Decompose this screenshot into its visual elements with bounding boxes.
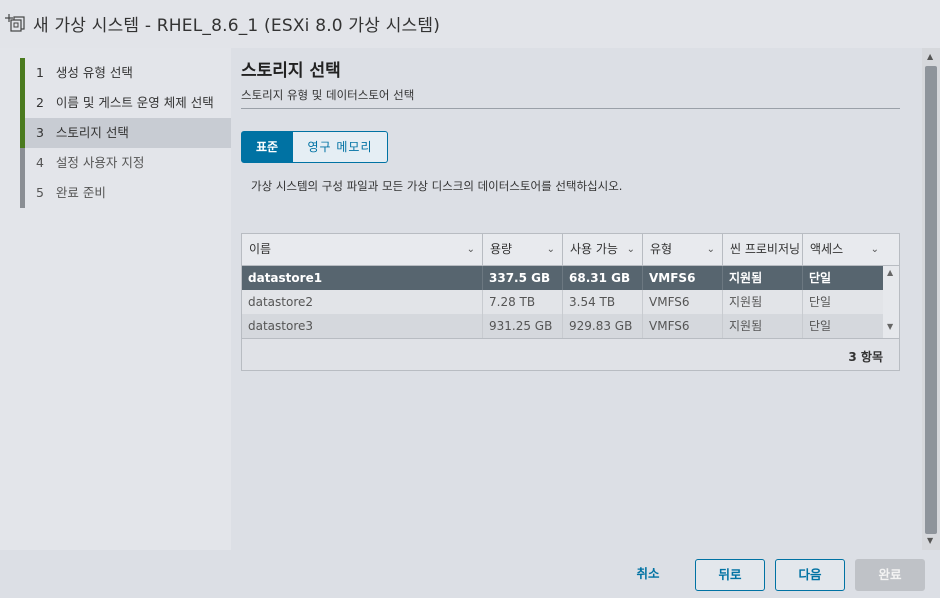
chevron-down-icon[interactable]: ⌄ bbox=[871, 234, 879, 265]
column-header-thin-provisioning[interactable]: 씬 프로비저닝 bbox=[723, 234, 803, 265]
cell-capacity: 337.5 GB bbox=[483, 266, 563, 290]
cell-capacity: 7.28 TB bbox=[483, 290, 563, 314]
new-vm-icon bbox=[5, 14, 25, 32]
column-label: 유형 bbox=[650, 242, 673, 256]
step-status-bar bbox=[20, 178, 25, 208]
column-label: 씬 프로비저닝 bbox=[730, 242, 801, 256]
item-count: 3 항목 bbox=[848, 350, 883, 364]
step-label: 생성 유형 선택 bbox=[55, 65, 133, 80]
grid-header: 이름 ⌄ 용량 ⌄ 사용 가능 ⌄ 유형 ⌄ 씬 프로비저닝 액세스 ⌄ bbox=[242, 234, 899, 266]
step-status-bar bbox=[20, 58, 25, 88]
step-label: 스토리지 선택 bbox=[55, 125, 129, 140]
step-label: 설정 사용자 지정 bbox=[55, 155, 145, 170]
standard-storage-button[interactable]: 표준 bbox=[241, 131, 293, 163]
cell-capacity: 931.25 GB bbox=[483, 314, 563, 338]
chevron-down-icon[interactable]: ⌄ bbox=[467, 234, 475, 265]
title-bar: 새 가상 시스템 - RHEL_8.6_1 (ESXi 8.0 가상 시스템) bbox=[0, 0, 940, 48]
table-row[interactable]: datastore3 931.25 GB 929.83 GB VMFS6 지원됨… bbox=[242, 314, 883, 338]
step-label: 이름 및 게스트 운영 체제 선택 bbox=[55, 95, 214, 110]
grid-footer: 3 항목 bbox=[242, 338, 899, 370]
main-panel: 스토리지 선택 스토리지 유형 및 데이터스토어 선택 표준 영구 메모리 가상… bbox=[231, 48, 922, 550]
cell-free: 68.31 GB bbox=[563, 266, 643, 290]
step-number: 3 bbox=[36, 125, 44, 140]
cell-access: 단일 bbox=[809, 271, 832, 285]
cell-access: 단일 bbox=[809, 295, 832, 309]
cell-free: 929.83 GB bbox=[563, 314, 643, 338]
next-button[interactable]: 다음 bbox=[775, 559, 845, 591]
wizard-step-1[interactable]: 1 생성 유형 선택 bbox=[20, 58, 231, 88]
cell-type: VMFS6 bbox=[643, 266, 723, 290]
step-number: 5 bbox=[36, 185, 44, 200]
cancel-button[interactable]: 취소 bbox=[618, 559, 678, 591]
page-subtitle: 스토리지 유형 및 데이터스토어 선택 bbox=[241, 88, 415, 102]
column-header-type[interactable]: 유형 ⌄ bbox=[643, 234, 723, 265]
back-button[interactable]: 뒤로 bbox=[695, 559, 765, 591]
column-label: 용량 bbox=[490, 242, 513, 256]
datastore-grid: 이름 ⌄ 용량 ⌄ 사용 가능 ⌄ 유형 ⌄ 씬 프로비저닝 액세스 ⌄ dat… bbox=[241, 233, 900, 371]
step-number: 1 bbox=[36, 65, 44, 80]
cell-name: datastore3 bbox=[242, 314, 483, 338]
cell-type: VMFS6 bbox=[643, 314, 723, 338]
cell-name: datastore2 bbox=[242, 290, 483, 314]
cell-thin-provisioning: 지원됨 bbox=[723, 290, 803, 314]
step-status-bar bbox=[20, 148, 25, 178]
divider bbox=[241, 108, 900, 109]
wizard-step-3[interactable]: 3 스토리지 선택 bbox=[20, 118, 231, 148]
cell-thin-provisioning: 지원됨 bbox=[723, 266, 803, 290]
window-title: 새 가상 시스템 - RHEL_8.6_1 (ESXi 8.0 가상 시스템) bbox=[33, 16, 441, 36]
table-row[interactable]: datastore2 7.28 TB 3.54 TB VMFS6 지원됨 단일 bbox=[242, 290, 883, 314]
cell-access: 단일 bbox=[809, 319, 832, 333]
finish-button[interactable]: 완료 bbox=[855, 559, 925, 591]
step-label: 완료 준비 bbox=[55, 185, 106, 200]
scrollbar-thumb[interactable] bbox=[925, 66, 937, 534]
main-scrollbar[interactable]: ▲ ▼ bbox=[922, 48, 940, 550]
wizard-step-4: 4 설정 사용자 지정 bbox=[20, 148, 231, 178]
column-header-free[interactable]: 사용 가능 ⌄ bbox=[563, 234, 643, 265]
step-status-bar bbox=[20, 118, 25, 148]
persistent-memory-button[interactable]: 영구 메모리 bbox=[293, 131, 388, 163]
wizard-steps: 1 생성 유형 선택 2 이름 및 게스트 운영 체제 선택 3 스토리지 선택… bbox=[0, 48, 231, 550]
scroll-up-icon[interactable]: ▲ bbox=[887, 268, 893, 277]
column-label: 사용 가능 bbox=[570, 242, 618, 256]
scroll-down-icon[interactable]: ▼ bbox=[927, 536, 933, 545]
column-header-capacity[interactable]: 용량 ⌄ bbox=[483, 234, 563, 265]
wizard-step-2[interactable]: 2 이름 및 게스트 운영 체제 선택 bbox=[20, 88, 231, 118]
chevron-down-icon[interactable]: ⌄ bbox=[707, 234, 715, 265]
step-number: 2 bbox=[36, 95, 44, 110]
storage-type-toggle: 표준 영구 메모리 bbox=[241, 131, 388, 163]
grid-scrollbar[interactable]: ▲ ▼ bbox=[883, 266, 899, 338]
column-header-access[interactable]: 액세스 ⌄ bbox=[803, 234, 899, 265]
scroll-up-icon[interactable]: ▲ bbox=[927, 52, 933, 61]
page-title: 스토리지 선택 bbox=[241, 61, 341, 81]
column-label: 이름 bbox=[249, 242, 272, 256]
cell-name: datastore1 bbox=[242, 266, 483, 290]
step-number: 4 bbox=[36, 155, 44, 170]
wizard-footer: 취소 뒤로 다음 완료 bbox=[0, 550, 940, 598]
chevron-down-icon[interactable]: ⌄ bbox=[547, 234, 555, 265]
table-row[interactable]: datastore1 337.5 GB 68.31 GB VMFS6 지원됨 단… bbox=[242, 266, 883, 290]
instruction-text: 가상 시스템의 구성 파일과 모든 가상 디스크의 데이터스토어를 선택하십시오… bbox=[251, 179, 623, 193]
column-label: 액세스 bbox=[810, 242, 844, 256]
chevron-down-icon[interactable]: ⌄ bbox=[627, 234, 635, 265]
cell-type: VMFS6 bbox=[643, 290, 723, 314]
cell-free: 3.54 TB bbox=[563, 290, 643, 314]
wizard-step-5: 5 완료 준비 bbox=[20, 178, 231, 208]
column-header-name[interactable]: 이름 ⌄ bbox=[242, 234, 483, 265]
scroll-down-icon[interactable]: ▼ bbox=[887, 322, 893, 331]
step-status-bar bbox=[20, 88, 25, 118]
cell-thin-provisioning: 지원됨 bbox=[723, 314, 803, 338]
